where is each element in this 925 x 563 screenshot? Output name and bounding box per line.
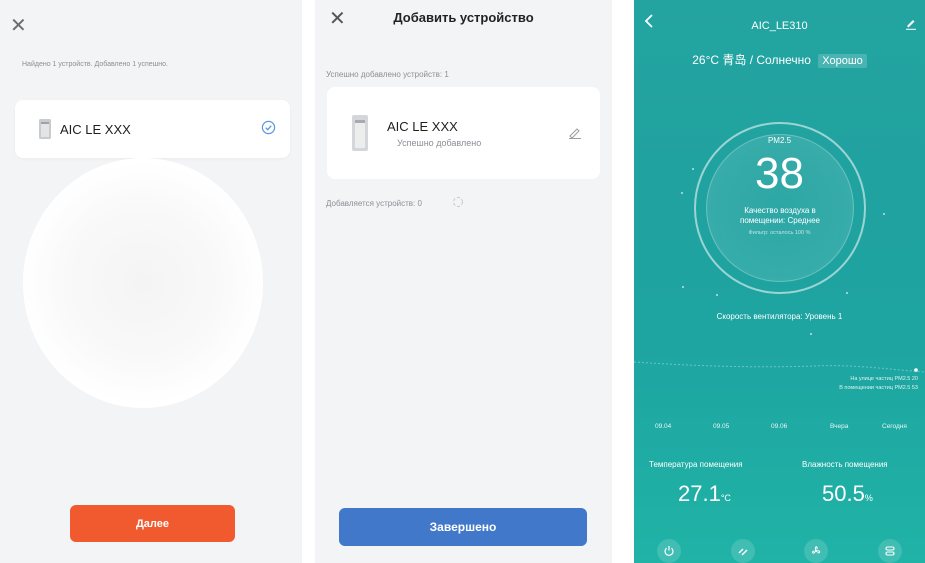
device-card[interactable]: AIC LE XXX Успешно добавлено bbox=[327, 87, 600, 179]
fan-speed-text: Скорость вентилятора: Уровень 1 bbox=[716, 312, 843, 321]
pm-value: 38 bbox=[755, 149, 804, 198]
humidity-unit: % bbox=[864, 493, 873, 503]
fan-speed-button[interactable] bbox=[804, 539, 828, 563]
weather-info: 26°C 青岛 / Солнечно Хорошо bbox=[634, 51, 925, 68]
done-button[interactable]: Завершено bbox=[339, 508, 587, 546]
particle-dot bbox=[846, 292, 848, 294]
mode-button[interactable] bbox=[731, 539, 755, 563]
found-devices-text: Найдено 1 устройств. Добавлено 1 успешно… bbox=[22, 61, 168, 68]
particle-dot bbox=[716, 294, 718, 296]
page-title: Добавить устройство bbox=[393, 10, 534, 25]
adding-count-text: Добавляется устройств: 0 bbox=[326, 199, 422, 208]
humidity-number: 50.5 bbox=[822, 481, 865, 506]
temperature-value: 27.1°C bbox=[678, 481, 731, 507]
power-icon bbox=[664, 546, 674, 556]
added-count-text: Успешно добавлено устройств: 1 bbox=[326, 70, 449, 79]
date-tick[interactable]: 09.04 bbox=[655, 423, 671, 430]
device-name: AIC LE XXX bbox=[387, 119, 458, 134]
pm-label: PM2.5 bbox=[767, 136, 792, 145]
timer-button[interactable] bbox=[878, 539, 902, 563]
power-button[interactable] bbox=[657, 539, 681, 563]
outdoor-air-badge: Хорошо bbox=[818, 54, 867, 68]
outdoor-pm-text: На улице частиц PM2.5 20 bbox=[850, 376, 918, 382]
close-icon[interactable]: ✕ bbox=[10, 16, 27, 36]
temperature-label: Температура помещения bbox=[649, 460, 743, 469]
timer-icon bbox=[885, 546, 895, 556]
fan-mode-icon bbox=[738, 548, 748, 556]
device-title: AIC_LE310 bbox=[751, 20, 808, 32]
date-tick[interactable]: Сегодня bbox=[882, 423, 907, 430]
device-dashboard-screen: AIC_LE310 26°C 青岛 / Солнечно Хорошо PM2.… bbox=[634, 0, 925, 563]
particle-dot bbox=[681, 192, 683, 194]
air-quality-text: Качество воздуха в помещении: Среднее bbox=[740, 206, 820, 225]
device-status: Успешно добавлено bbox=[397, 138, 482, 148]
scan-result-screen: ✕ Найдено 1 устройств. Добавлено 1 успеш… bbox=[0, 0, 302, 563]
date-tick[interactable]: 09.05 bbox=[713, 423, 729, 430]
filter-status: Фильтр: осталось 100 % bbox=[748, 230, 811, 236]
fan-speed-icon bbox=[812, 546, 821, 554]
air-purifier-icon bbox=[39, 119, 51, 139]
add-device-screen: ✕ Добавить устройство Успешно добавлено … bbox=[315, 0, 612, 563]
date-tick[interactable]: 09.06 bbox=[771, 423, 787, 430]
device-card[interactable]: AIC LE XXX bbox=[15, 100, 290, 158]
particle-dot bbox=[883, 213, 885, 215]
temperature-unit: °C bbox=[720, 493, 731, 503]
date-tick[interactable]: Вчера bbox=[830, 423, 848, 430]
particle-dot bbox=[692, 168, 694, 170]
device-name: AIC LE XXX bbox=[60, 122, 131, 137]
loading-spinner-icon bbox=[453, 197, 463, 207]
indoor-pm-text: В помещении частиц PM2.5 53 bbox=[839, 385, 918, 391]
air-purifier-icon bbox=[352, 115, 368, 151]
check-circle-icon[interactable] bbox=[261, 120, 276, 135]
temperature-number: 27.1 bbox=[678, 481, 721, 506]
humidity-label: Влажность помещения bbox=[802, 460, 888, 469]
weather-text: 26°C 青岛 / Солнечно bbox=[692, 53, 811, 67]
scan-animation bbox=[23, 158, 263, 408]
particle-dot bbox=[682, 286, 684, 288]
humidity-value: 50.5% bbox=[822, 481, 873, 507]
next-button[interactable]: Далее bbox=[70, 505, 235, 542]
pencil-icon[interactable] bbox=[568, 127, 582, 139]
edit-icon[interactable] bbox=[905, 18, 917, 30]
